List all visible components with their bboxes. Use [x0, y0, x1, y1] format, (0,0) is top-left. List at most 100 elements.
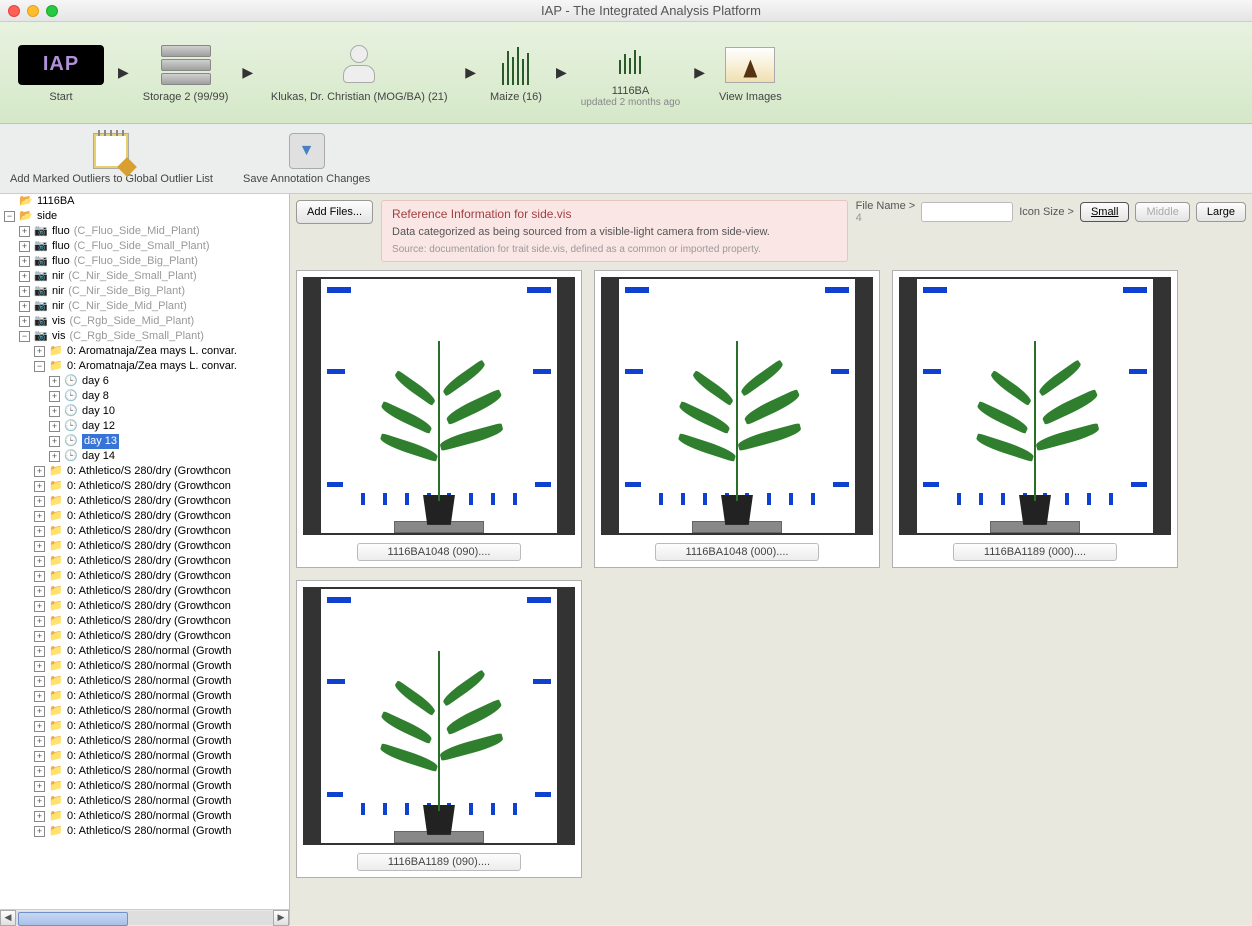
tree-expander-icon[interactable]: +	[34, 466, 45, 477]
tree-expander-icon[interactable]: +	[34, 616, 45, 627]
tree-camera[interactable]: +📷vis(C_Rgb_Side_Mid_Plant)	[0, 314, 289, 329]
horizontal-scrollbar[interactable]: ◀ ▶	[0, 909, 289, 925]
tree-side[interactable]: −📂side	[0, 209, 289, 224]
size-small-button[interactable]: Small	[1080, 202, 1130, 222]
scrollbar-thumb[interactable]	[18, 912, 128, 926]
scroll-left-icon[interactable]: ◀	[0, 910, 16, 926]
tree-genotype[interactable]: +📁0: Athletico/S 280/dry (Growthcon	[0, 614, 289, 629]
save-annotation-button[interactable]: Save Annotation Changes	[243, 133, 370, 185]
tree-genotype[interactable]: +📁0: Athletico/S 280/dry (Growthcon	[0, 554, 289, 569]
tree-root[interactable]: 📂1116BA	[0, 194, 289, 209]
tree-expander-icon[interactable]: +	[34, 751, 45, 762]
tree-camera[interactable]: +📷nir(C_Nir_Side_Small_Plant)	[0, 269, 289, 284]
tree-camera[interactable]: +📷nir(C_Nir_Side_Big_Plant)	[0, 284, 289, 299]
tree-genotype[interactable]: +📁0: Athletico/S 280/normal (Growth	[0, 809, 289, 824]
tree-genotype[interactable]: +📁0: Athletico/S 280/normal (Growth	[0, 749, 289, 764]
tree-genotype[interactable]: +📁0: Athletico/S 280/dry (Growthcon	[0, 539, 289, 554]
tree-day[interactable]: +🕒day 8	[0, 389, 289, 404]
tree-genotype[interactable]: +📁0: Athletico/S 280/dry (Growthcon	[0, 479, 289, 494]
tree-expander-icon[interactable]: +	[34, 496, 45, 507]
tree-expander-icon[interactable]: +	[34, 796, 45, 807]
tree-camera[interactable]: +📷fluo(C_Fluo_Side_Mid_Plant)	[0, 224, 289, 239]
tree-expander-icon[interactable]: +	[34, 676, 45, 687]
tree-expander-icon[interactable]: +	[19, 226, 30, 237]
tree-camera[interactable]: +📷nir(C_Nir_Side_Mid_Plant)	[0, 299, 289, 314]
tree-expander-icon[interactable]: +	[49, 451, 60, 462]
tree-expander-icon[interactable]: +	[34, 556, 45, 567]
tree-expander-icon[interactable]: +	[19, 301, 30, 312]
tree-genotype[interactable]: +📁0: Athletico/S 280/normal (Growth	[0, 779, 289, 794]
breadcrumb-experiment[interactable]: 1116BA updated 2 months ago	[573, 31, 689, 114]
tree-expander-icon[interactable]: +	[19, 286, 30, 297]
tree-expander-icon[interactable]: −	[34, 361, 45, 372]
minimize-icon[interactable]	[27, 5, 39, 17]
tree-expander-icon[interactable]: +	[19, 241, 30, 252]
tree-genotype[interactable]: +📁0: Athletico/S 280/normal (Growth	[0, 734, 289, 749]
tree-genotype[interactable]: +📁0: Athletico/S 280/dry (Growthcon	[0, 494, 289, 509]
breadcrumb-user[interactable]: Klukas, Dr. Christian (MOG/BA) (21)	[259, 37, 459, 109]
tree-expander-icon[interactable]: +	[49, 391, 60, 402]
close-icon[interactable]	[8, 5, 20, 17]
tree-genotype[interactable]: +📁0: Athletico/S 280/normal (Growth	[0, 794, 289, 809]
tree-expander-icon[interactable]: +	[34, 511, 45, 522]
tree-genotype[interactable]: −📁0: Aromatnaja/Zea mays L. convar.	[0, 359, 289, 374]
tree-genotype[interactable]: +📁0: Athletico/S 280/dry (Growthcon	[0, 569, 289, 584]
tree-expander-icon[interactable]: +	[34, 526, 45, 537]
tree-expander-icon[interactable]: +	[19, 316, 30, 327]
tree-genotype[interactable]: +📁0: Athletico/S 280/normal (Growth	[0, 674, 289, 689]
tree-genotype[interactable]: +📁0: Athletico/S 280/normal (Growth	[0, 644, 289, 659]
tree-expander-icon[interactable]: +	[34, 631, 45, 642]
file-name-input[interactable]	[921, 202, 1013, 222]
tree-expander-icon[interactable]: −	[19, 331, 30, 342]
tree-expander-icon[interactable]: +	[34, 721, 45, 732]
tree-genotype[interactable]: +📁0: Athletico/S 280/normal (Growth	[0, 704, 289, 719]
tree-genotype[interactable]: +📁0: Athletico/S 280/dry (Growthcon	[0, 524, 289, 539]
tree-expander-icon[interactable]: +	[34, 661, 45, 672]
tree-genotype[interactable]: +📁0: Aromatnaja/Zea mays L. convar.	[0, 344, 289, 359]
tree-expander-icon[interactable]: +	[34, 481, 45, 492]
tree-expander-icon[interactable]: +	[34, 781, 45, 792]
tree-expander-icon[interactable]: +	[49, 436, 60, 447]
tree-expander-icon[interactable]: +	[34, 736, 45, 747]
tree-expander-icon[interactable]: +	[34, 691, 45, 702]
tree-day[interactable]: +🕒day 14	[0, 449, 289, 464]
size-large-button[interactable]: Large	[1196, 202, 1246, 222]
tree-genotype[interactable]: +📁0: Athletico/S 280/dry (Growthcon	[0, 509, 289, 524]
tree-expander-icon[interactable]: +	[34, 826, 45, 837]
tree-genotype[interactable]: +📁0: Athletico/S 280/dry (Growthcon	[0, 629, 289, 644]
tree-camera[interactable]: −📷vis(C_Rgb_Side_Small_Plant)	[0, 329, 289, 344]
image-thumbnail[interactable]: 1116BA1048 (090)....	[296, 270, 582, 568]
tree-expander-icon[interactable]: +	[34, 586, 45, 597]
tree-genotype[interactable]: +📁0: Athletico/S 280/dry (Growthcon	[0, 599, 289, 614]
tree-genotype[interactable]: +📁0: Athletico/S 280/normal (Growth	[0, 659, 289, 674]
tree-day[interactable]: +🕒day 12	[0, 419, 289, 434]
tree-expander-icon[interactable]: +	[49, 376, 60, 387]
size-middle-button[interactable]: Middle	[1135, 202, 1189, 222]
tree-expander-icon[interactable]: +	[49, 406, 60, 417]
add-outliers-button[interactable]: Add Marked Outliers to Global Outlier Li…	[10, 133, 213, 185]
tree-camera[interactable]: +📷fluo(C_Fluo_Side_Small_Plant)	[0, 239, 289, 254]
image-thumbnail[interactable]: 1116BA1189 (000)....	[892, 270, 1178, 568]
tree-expander-icon[interactable]: +	[34, 571, 45, 582]
tree-genotype[interactable]: +📁0: Athletico/S 280/dry (Growthcon	[0, 584, 289, 599]
tree-genotype[interactable]: +📁0: Athletico/S 280/normal (Growth	[0, 689, 289, 704]
image-thumbnail[interactable]: 1116BA1048 (000)....	[594, 270, 880, 568]
image-thumbnail[interactable]: 1116BA1189 (090)....	[296, 580, 582, 878]
tree-genotype[interactable]: +📁0: Athletico/S 280/dry (Growthcon	[0, 464, 289, 479]
scroll-right-icon[interactable]: ▶	[273, 910, 289, 926]
tree-expander-icon[interactable]: +	[34, 811, 45, 822]
tree-day[interactable]: +🕒day 10	[0, 404, 289, 419]
tree-expander-icon[interactable]: +	[19, 256, 30, 267]
maximize-icon[interactable]	[46, 5, 58, 17]
tree-expander-icon[interactable]: +	[34, 646, 45, 657]
tree-day[interactable]: +🕒day 6	[0, 374, 289, 389]
tree-genotype[interactable]: +📁0: Athletico/S 280/normal (Growth	[0, 719, 289, 734]
breadcrumb-view-images[interactable]: View Images	[711, 37, 790, 109]
tree-expander-icon[interactable]: +	[49, 421, 60, 432]
tree-expander-icon[interactable]: +	[34, 766, 45, 777]
breadcrumb-start[interactable]: IAP Start	[10, 37, 112, 109]
tree-expander-icon[interactable]: −	[4, 211, 15, 222]
breadcrumb-species[interactable]: Maize (16)	[482, 37, 550, 109]
tree-day[interactable]: +🕒day 13	[0, 434, 289, 449]
tree-expander-icon[interactable]: +	[34, 706, 45, 717]
